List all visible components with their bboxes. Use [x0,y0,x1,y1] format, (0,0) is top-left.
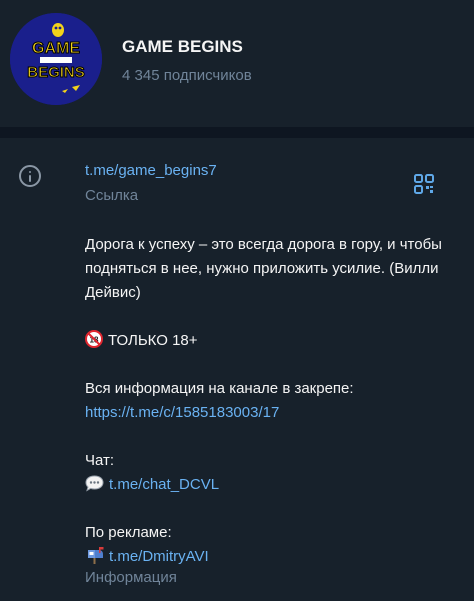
chat-link[interactable]: t.me/chat_DCVL [109,476,219,493]
mailbox-emoji [88,547,104,564]
info-circle-icon [19,165,41,187]
ads-line: t.me/DmitryAVI [85,545,455,569]
channel-info-section: t.me/game_begins7 Ссылка Дорога к успеху… [0,138,474,601]
link-label: Ссылка [85,187,139,204]
channel-title: GAME BEGINS [122,37,243,56]
chat-label: Чат: [85,452,115,469]
description-label: Информация [85,569,177,586]
section-divider [0,127,474,138]
avatar-logo-text-begins: BEGINS [27,64,85,81]
age-warning-line: 18 ТОЛЬКО 18+ [85,329,455,353]
description-quote: Дорога к успеху – это всегда дорога в го… [85,236,442,301]
pinned-message-link[interactable]: https://t.me/c/1585183003/17 [85,404,279,421]
subscriber-count: 4 345 подписчиков [122,67,252,84]
chat-line: t.me/chat_DCVL [85,473,455,497]
channel-header: GAME BEGINS GAME BEGINS 4 345 подписчико… [0,0,474,127]
ads-contact-link[interactable]: t.me/DmitryAVI [109,548,209,565]
channel-link[interactable]: t.me/game_begins7 [85,162,217,179]
avatar-logo-text-game: GAME [32,40,80,57]
no-under-18-emoji: 18 [85,330,103,348]
pinned-info-text: Вся информация на канале в закрепе: [85,380,354,397]
qr-code-icon[interactable] [414,174,434,194]
speech-balloon-emoji [85,475,104,492]
ads-label: По рекламе: [85,524,172,541]
channel-description: Дорога к успеху – это всегда дорога в го… [85,233,455,569]
age-warning-text: ТОЛЬКО 18+ [108,332,198,349]
channel-avatar[interactable]: GAME BEGINS [10,13,102,105]
